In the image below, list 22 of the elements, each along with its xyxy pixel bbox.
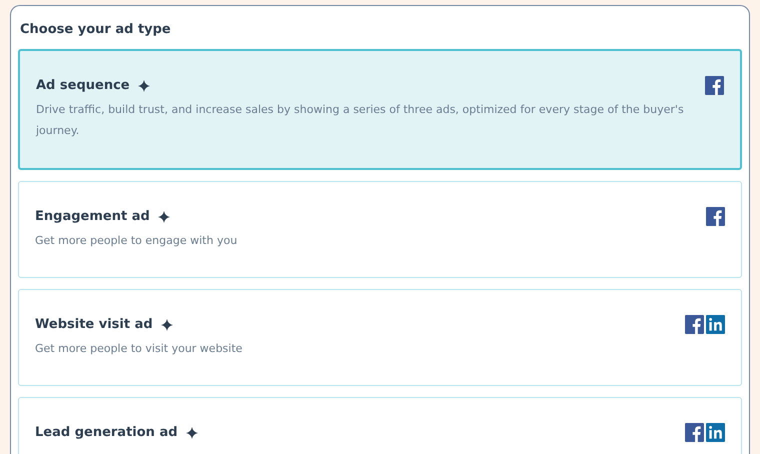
linkedin-icon [706,315,725,334]
facebook-icon [685,315,704,334]
ad-type-option[interactable]: Ad sequence Drive traffic, build trust, and increase sales by showing a series of three ads, optimized for every stage of the buyer's journey. [18,49,742,170]
ad-type-name: Ad sequence [36,78,130,93]
ad-type-description: Drive traffic, build trust, and increase sales by showing a series of three ads, optimized for every stage of the buyer's journey. [36,102,685,139]
ad-type-name: Website visit ad [35,317,153,332]
ad-type-name: Engagement ad [35,209,150,224]
sparkle-icon [138,80,150,92]
sparkle-icon [186,426,198,438]
ad-type-option[interactable]: Lead generation ad [18,397,742,454]
ad-type-option[interactable]: Engagement ad Get more people to engage with you [18,181,742,278]
ad-type-name: Lead generation ad [35,425,178,440]
facebook-icon [705,76,724,95]
ad-type-description: Get more people to engage with you [35,233,238,249]
facebook-icon [706,207,725,226]
sparkle-icon [160,318,173,330]
ad-type-description: Get more people to visit your website [35,341,244,357]
linkedin-icon [706,423,725,442]
panel-title: Choose your ad type [19,21,172,39]
sparkle-icon [158,210,170,222]
ad-type-option[interactable]: Website visit ad Get more people to visit your website [18,289,742,386]
facebook-icon [685,423,704,442]
